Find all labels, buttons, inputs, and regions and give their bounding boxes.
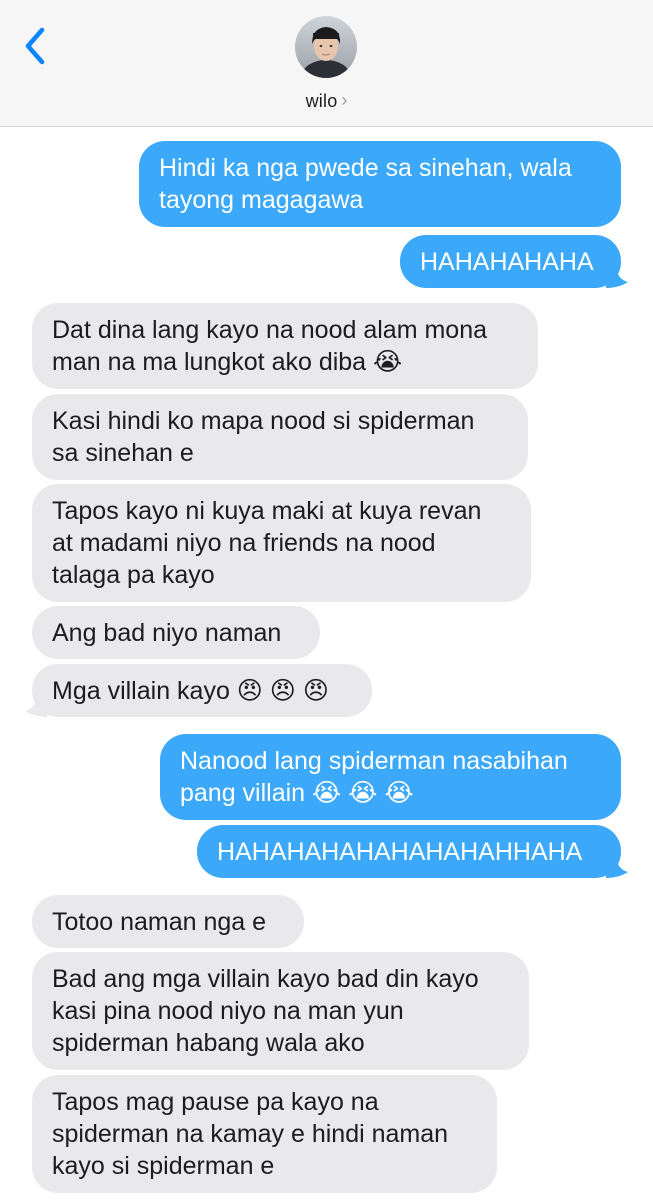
sent-message[interactable]: Nanood lang spiderman nasabihan pang vill… [160,734,621,820]
message-text: Dat dina lang kayo na nood alam mona man … [52,316,488,376]
message-text: Nanood lang spiderman nasabihan pang vill… [180,747,568,807]
bubble-tail [25,691,47,717]
message-text: HAHAHAHAHA [420,247,594,276]
messages-screen: wilo › Hindi ka nga pwede sa sinehan, wa… [0,0,653,1200]
message-text: Ang bad niyo naman [52,618,282,647]
bubble-tail [606,262,628,288]
received-message[interactable]: Kasi hindi ko mapa nood si spiderman sa s… [32,394,528,480]
message-text: Totoo naman nga e [52,907,267,936]
message-text: Bad ang mga villain kayo bad din kayo kas… [52,965,479,1057]
back-button[interactable] [20,26,54,66]
message-text: Kasi hindi ko mapa nood si spiderman sa s… [52,407,475,467]
chevron-left-icon [25,27,45,65]
received-message[interactable]: Tapos mag pause pa kayo na spiderman na k… [32,1075,497,1193]
received-message[interactable]: Bad ang mga villain kayo bad din kayo kas… [32,952,529,1070]
bubble-tail [606,852,628,878]
message-text: Hindi ka nga pwede sa sinehan, wala tayon… [159,154,572,214]
sent-message[interactable]: HAHAHAHAHAHAHAHAHHAHA [197,825,628,878]
contact-name-button[interactable]: wilo › [0,88,653,114]
contact-name: wilo [305,90,338,111]
received-message[interactable]: Mga villain kayo 😠 😠 😠 [25,664,372,717]
sent-message[interactable]: Hindi ka nga pwede sa sinehan, wala tayon… [139,141,621,227]
received-message[interactable]: Tapos kayo ni kuya maki at kuya revan at … [32,484,531,602]
sent-message[interactable]: HAHAHAHAHA [400,235,628,288]
received-message[interactable]: Ang bad niyo naman [32,606,320,659]
message-text: HAHAHAHAHAHAHAHAHHAHA [217,837,583,866]
message-text: Tapos kayo ni kuya maki at kuya revan at … [52,497,482,589]
avatar[interactable] [295,16,357,78]
received-message[interactable]: Totoo naman nga e [32,895,304,948]
conversation-header: wilo › [0,0,653,127]
received-message[interactable]: Dat dina lang kayo na nood alam mona man … [32,303,538,389]
message-text: Mga villain kayo 😠 😠 😠 [52,676,329,705]
chevron-right-icon: › [341,90,348,110]
message-text: Tapos mag pause pa kayo na spiderman na k… [52,1088,449,1180]
